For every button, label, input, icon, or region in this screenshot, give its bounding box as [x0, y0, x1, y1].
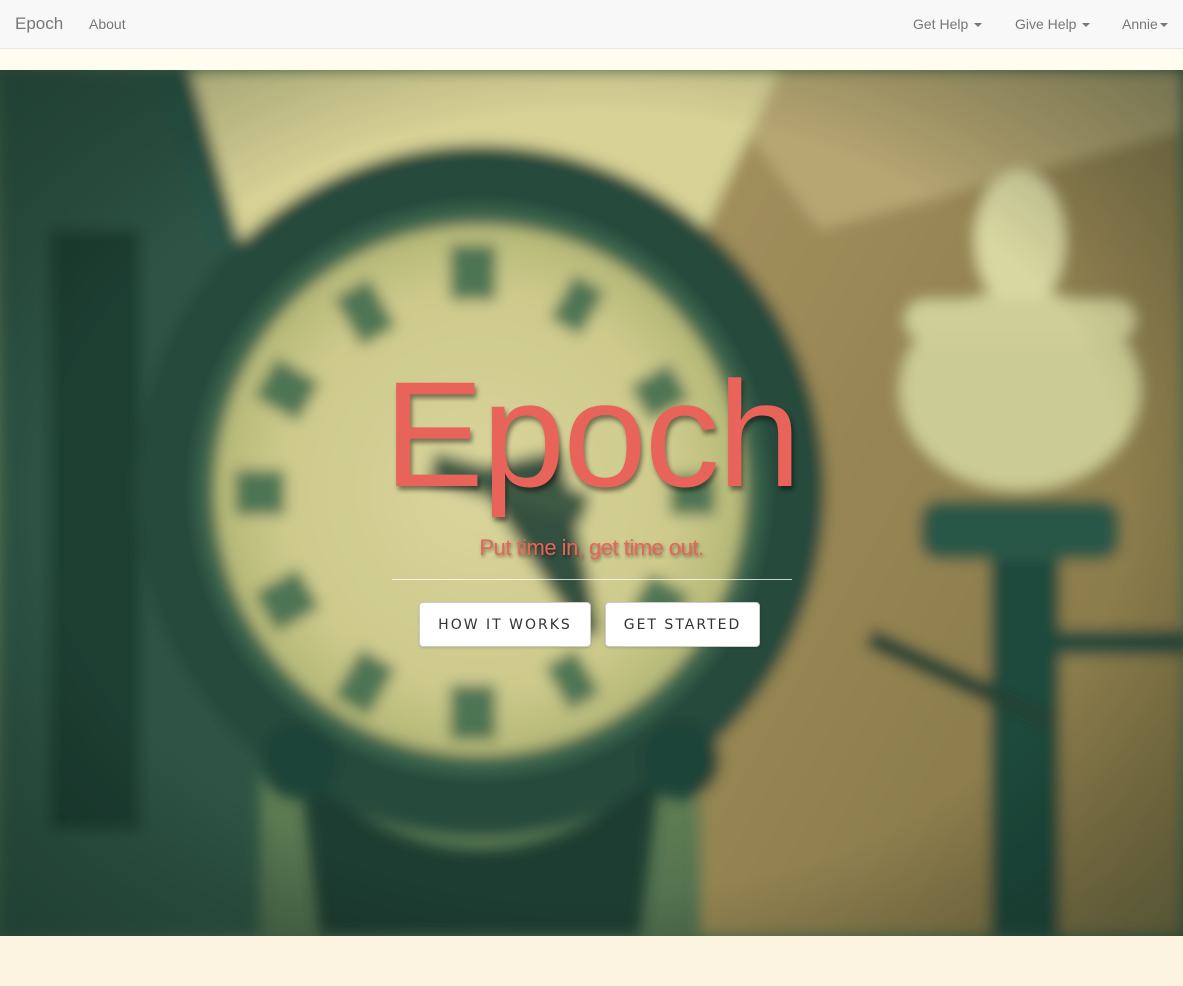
- top-navbar: Epoch About Get Help Give Help Annie: [0, 0, 1183, 49]
- get-started-button[interactable]: GET STARTED: [605, 602, 760, 647]
- hero-divider: [392, 579, 792, 580]
- page-footer-band: [0, 936, 1183, 986]
- nav-about-link[interactable]: About: [89, 16, 126, 32]
- nav-give-help-label: Give Help: [1015, 16, 1077, 32]
- hero-title: Epoch: [383, 350, 801, 518]
- nav-user-label: Annie: [1122, 16, 1158, 32]
- caret-down-icon: [1082, 23, 1091, 28]
- caret-down-icon: [1159, 23, 1168, 28]
- how-it-works-button[interactable]: HOW IT WORKS: [419, 602, 591, 647]
- caret-down-icon: [974, 23, 983, 28]
- nav-get-help-dropdown[interactable]: Get Help: [913, 16, 983, 32]
- brand-link[interactable]: Epoch: [15, 14, 63, 34]
- navbar-spacer: [0, 49, 1183, 70]
- nav-get-help-label: Get Help: [913, 16, 969, 32]
- hero-section: Epoch Put time in, get time out. HOW IT …: [0, 70, 1183, 936]
- hero-tagline: Put time in, get time out.: [479, 535, 704, 560]
- nav-user-dropdown[interactable]: Annie: [1122, 16, 1168, 32]
- nav-give-help-dropdown[interactable]: Give Help: [1015, 16, 1091, 32]
